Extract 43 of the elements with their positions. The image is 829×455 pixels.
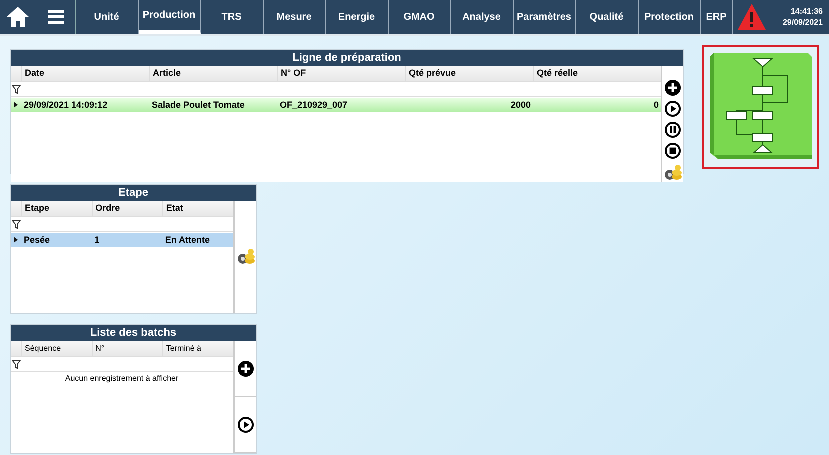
add-icon[interactable] bbox=[664, 80, 680, 96]
column-header[interactable]: Article bbox=[149, 66, 277, 81]
clock-time: 14:41:36 bbox=[790, 6, 823, 17]
play-icon[interactable] bbox=[664, 101, 680, 117]
column-header[interactable]: Qté prévue bbox=[405, 66, 533, 81]
filter-icon[interactable] bbox=[12, 360, 21, 368]
column-header[interactable]: Terminé à bbox=[162, 341, 233, 356]
empty-message: Aucun enregistrement à afficher bbox=[65, 374, 179, 383]
add-icon[interactable] bbox=[238, 360, 254, 376]
column-header[interactable]: Etape bbox=[21, 201, 92, 216]
home-icon bbox=[6, 6, 30, 28]
flowchart-button[interactable] bbox=[702, 45, 819, 169]
column-header[interactable]: Séquence bbox=[21, 341, 92, 356]
panel-title: Liste des batchs bbox=[11, 325, 256, 341]
column-header[interactable]: Date bbox=[21, 66, 149, 81]
panel-title: Ligne de préparation bbox=[11, 50, 683, 66]
play-icon[interactable] bbox=[238, 416, 254, 432]
column-header[interactable]: Etat bbox=[162, 201, 233, 216]
table-cell-text: En Attente bbox=[164, 235, 211, 245]
table-cell-text: 1 bbox=[94, 235, 101, 245]
table-cell-text: OF_210929_007 bbox=[279, 100, 349, 110]
table-cell-text: 0 bbox=[652, 100, 660, 110]
column-header[interactable]: N° bbox=[92, 341, 162, 356]
menu-icon bbox=[48, 10, 64, 24]
table-row[interactable]: 29/09/2021 14:09:12 Salade Poulet Tomate OF_210929_007 2000 0 bbox=[11, 98, 661, 112]
pause-icon[interactable] bbox=[664, 122, 680, 138]
table-cell-text: 2000 bbox=[510, 100, 532, 110]
gear-coins-icon[interactable] bbox=[662, 164, 682, 182]
nav-tab[interactable]: Production bbox=[138, 0, 201, 34]
panel-title: Etape bbox=[11, 185, 256, 201]
filter-icon[interactable] bbox=[12, 220, 21, 228]
column-header[interactable]: N° OF bbox=[277, 66, 405, 81]
warning-icon[interactable] bbox=[737, 3, 767, 31]
column-header[interactable]: Qté réelle bbox=[533, 66, 661, 81]
table-cell-text: Salade Poulet Tomate bbox=[151, 100, 246, 110]
stop-icon[interactable] bbox=[664, 143, 680, 159]
clock-date: 29/09/2021 bbox=[782, 17, 823, 28]
gear-coins-icon[interactable] bbox=[236, 248, 256, 266]
table-cell-text: 29/09/2021 14:09:12 bbox=[23, 100, 109, 110]
column-header[interactable]: Ordre bbox=[92, 201, 162, 216]
table-cell-text: Pesée bbox=[23, 235, 52, 245]
filter-icon[interactable] bbox=[12, 84, 21, 94]
table-row[interactable]: Pesée 1 En Attente bbox=[11, 233, 233, 247]
